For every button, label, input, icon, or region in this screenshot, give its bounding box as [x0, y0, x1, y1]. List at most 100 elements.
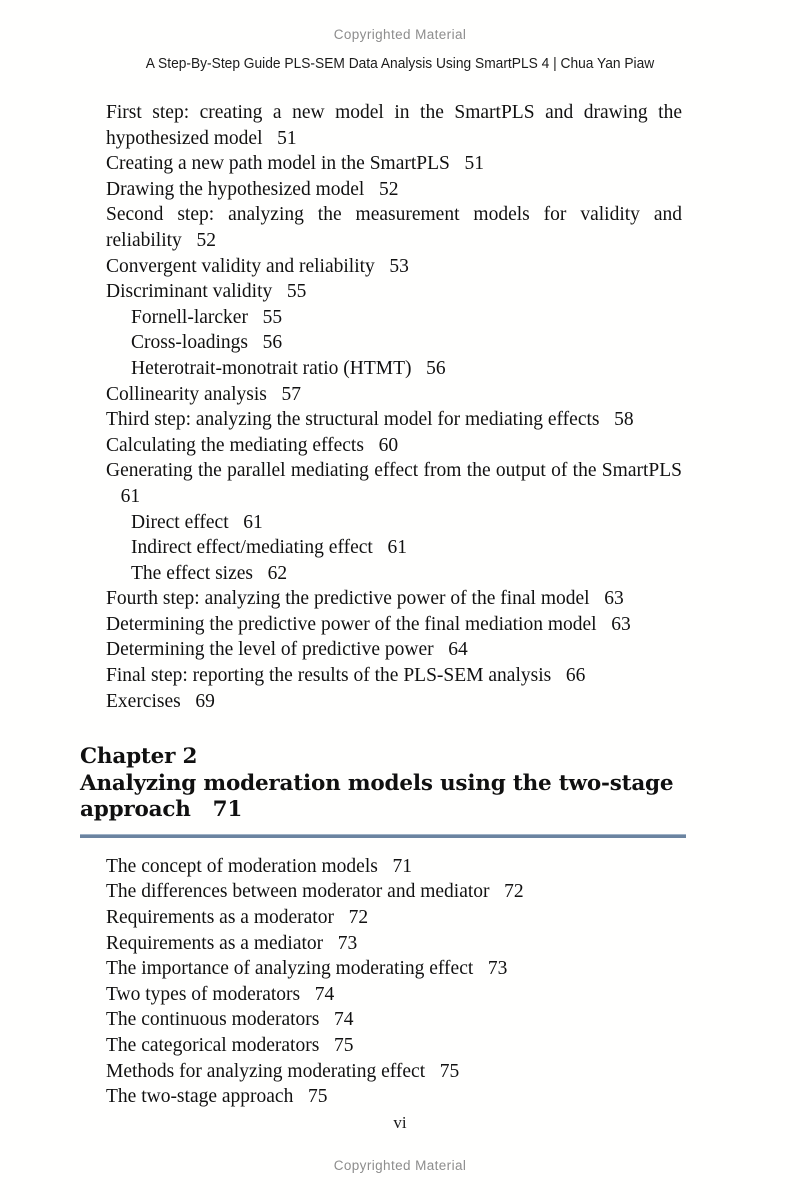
toc-entry-title: Fornell-larcker — [131, 306, 248, 328]
toc-entry[interactable]: Third step: analyzing the structural mod… — [80, 407, 682, 433]
toc-entry-page-number: 71 — [377, 855, 412, 877]
toc-entry-page-number: 62 — [253, 562, 288, 584]
toc-entry-title: Methods for analyzing moderating effect — [106, 1060, 426, 1082]
toc-entry-title: Discriminant validity — [106, 281, 273, 303]
toc-entry-page-number: 61 — [372, 537, 407, 559]
toc-entry[interactable]: Heterotrait-monotrait ratio (HTMT) 56 — [131, 356, 682, 382]
toc-entry[interactable]: Two types of moderators 74 — [80, 982, 682, 1008]
toc-entry-page-number: 72 — [489, 881, 524, 903]
toc-entry-title: Requirements as a mediator — [106, 932, 324, 954]
page-number-folio: vi — [393, 1113, 407, 1132]
toc-entry-page-number: 58 — [599, 409, 634, 431]
toc-entry-title: The continuous moderators — [106, 1009, 320, 1031]
toc-entry-title: Calculating the mediating effects — [106, 434, 364, 456]
toc-entry-page-number: 56 — [411, 357, 446, 379]
toc-entry[interactable]: Convergent validity and reliability 53 — [106, 254, 682, 280]
toc-entry-title: The importance of analyzing moderating e… — [106, 958, 474, 980]
toc-entry[interactable]: Fourth step: analyzing the predictive po… — [80, 586, 682, 612]
toc-entry-title: Fourth step: analyzing the predictive po… — [106, 588, 590, 610]
toc-entry-title: The two-stage approach — [106, 1086, 294, 1108]
toc-entry[interactable]: Final step: reporting the results of the… — [80, 663, 682, 689]
chapter-page-number: 71 — [190, 797, 243, 823]
toc-entry-title: Convergent validity and reliability — [106, 255, 375, 277]
toc-entry[interactable]: The two-stage approach 75 — [106, 1084, 682, 1110]
toc-entry-title: Creating a new path model in the SmartPL… — [106, 153, 450, 175]
toc-entry[interactable]: Fornell-larcker 55 — [131, 305, 682, 331]
toc-entry-title: Exercises — [106, 690, 181, 712]
toc-entry-page-number: 57 — [266, 383, 301, 405]
toc-entry-page-number: 51 — [449, 153, 485, 175]
toc-entry-page-number: 63 — [596, 613, 631, 635]
toc-entry-page-number: 69 — [180, 690, 215, 712]
toc-entry-title: The differences between moderator and me… — [106, 881, 490, 903]
toc-entry-page-number: 60 — [363, 434, 399, 456]
toc-entry-page-number: 75 — [293, 1086, 328, 1108]
toc-entry-page-number: 52 — [181, 229, 216, 251]
copyright-watermark-top: Copyrighted Material — [333, 27, 467, 42]
toc-entry-title: Two types of moderators — [106, 983, 301, 1005]
toc-entry[interactable]: Indirect effect/mediating effect 61 — [131, 535, 682, 561]
toc-entry-title: Heterotrait-monotrait ratio (HTMT) — [131, 357, 412, 379]
toc-entry-page-number: 66 — [551, 665, 586, 687]
toc-section-chapter-one: First step: creating a new model in the … — [80, 100, 682, 714]
toc-entry-title: The concept of moderation models — [106, 855, 378, 877]
toc-entry-page-number: 55 — [247, 306, 283, 328]
toc-entry-page-number: 51 — [262, 127, 297, 149]
toc-entry-page-number: 73 — [473, 958, 508, 980]
chapter-divider-rule — [80, 833, 686, 838]
chapter-number: Chapter 2 — [80, 744, 198, 770]
toc-entry[interactable]: Requirements as a moderator 72 — [80, 905, 682, 931]
toc-entry-page-number: 61 — [228, 511, 263, 533]
toc-entry[interactable]: Methods for analyzing moderating effect … — [80, 1059, 682, 1085]
toc-entry[interactable]: The differences between moderator and me… — [80, 879, 682, 905]
book-page: Copyrighted Material A Step-By-Step Guid… — [0, 0, 800, 1200]
toc-entry[interactable]: The effect sizes 62 — [131, 561, 682, 587]
toc-entry-page-number: 56 — [248, 332, 283, 354]
toc-section-chapter-two: The concept of moderation models 71 The d… — [80, 854, 682, 1110]
toc-entry-page-number: 72 — [333, 906, 369, 928]
toc-entry[interactable]: Direct effect 61 — [131, 510, 682, 536]
chapter-heading-block: Chapter 2 Analyzing moderation models us… — [80, 744, 686, 838]
chapter-title-text: Analyzing moderation models using the tw… — [80, 770, 674, 823]
toc-entry[interactable]: Calculating the mediating effects 60 — [106, 433, 682, 459]
toc-entry-page-number: 52 — [364, 178, 399, 200]
toc-entry[interactable]: Generating the parallel mediating effect… — [106, 458, 682, 509]
toc-entry[interactable]: Collinearity analysis 57 — [106, 382, 682, 408]
toc-entry-title: First step: creating a new model in the … — [106, 102, 682, 149]
toc-entry-title: Generating the parallel mediating effect… — [106, 460, 682, 482]
toc-entry[interactable]: Second step: analyzing the measurement m… — [80, 202, 682, 253]
toc-entry[interactable]: First step: creating a new model in the … — [80, 100, 682, 151]
toc-entry-page-number: 75 — [319, 1034, 354, 1056]
toc-entry-title: Collinearity analysis — [106, 383, 267, 405]
toc-entry[interactable]: The categorical moderators 75 — [106, 1033, 682, 1059]
toc-entry-page-number: 55 — [272, 281, 307, 303]
toc-entry-page-number: 53 — [374, 255, 409, 277]
toc-entry[interactable]: Determining the level of predictive powe… — [106, 637, 682, 663]
toc-entry-title: Third step: analyzing the structural mod… — [106, 409, 600, 431]
toc-entry[interactable]: Exercises 69 — [80, 689, 682, 715]
toc-entry[interactable]: Discriminant validity 55 — [106, 279, 682, 305]
toc-entry-title: The categorical moderators — [106, 1034, 320, 1056]
toc-entry[interactable]: Determining the predictive power of the … — [106, 612, 682, 638]
toc-entry[interactable]: The importance of analyzing moderating e… — [80, 956, 682, 982]
toc-entry-title: Indirect effect/mediating effect — [131, 537, 373, 559]
table-of-contents: First step: creating a new model in the … — [80, 100, 686, 1110]
toc-entry-title: Requirements as a moderator — [106, 906, 334, 928]
toc-entry[interactable]: Requirements as a mediator 73 — [80, 931, 682, 957]
toc-entry[interactable]: Drawing the hypothesized model 52 — [106, 177, 682, 203]
toc-entry-title: Final step: reporting the results of the… — [106, 665, 552, 687]
toc-entry-title: Drawing the hypothesized model — [106, 178, 365, 200]
copyright-watermark-bottom: Copyrighted Material — [333, 1158, 467, 1173]
toc-entry-page-number: 61 — [106, 485, 141, 507]
toc-entry[interactable]: Cross-loadings 56 — [131, 330, 682, 356]
toc-entry-page-number: 63 — [589, 588, 624, 610]
toc-entry-title: The effect sizes — [131, 562, 253, 584]
running-head: A Step-By-Step Guide PLS-SEM Data Analys… — [145, 56, 655, 72]
toc-entry-page-number: 73 — [323, 932, 358, 954]
toc-entry[interactable]: The concept of moderation models 71 — [80, 854, 682, 880]
toc-entry[interactable]: The continuous moderators 74 — [106, 1007, 682, 1033]
toc-entry-title: Determining the predictive power of the … — [106, 613, 597, 635]
toc-entry[interactable]: Creating a new path model in the SmartPL… — [106, 151, 682, 177]
toc-entry-page-number: 74 — [300, 983, 335, 1005]
toc-entry-title: Cross-loadings — [131, 332, 248, 354]
